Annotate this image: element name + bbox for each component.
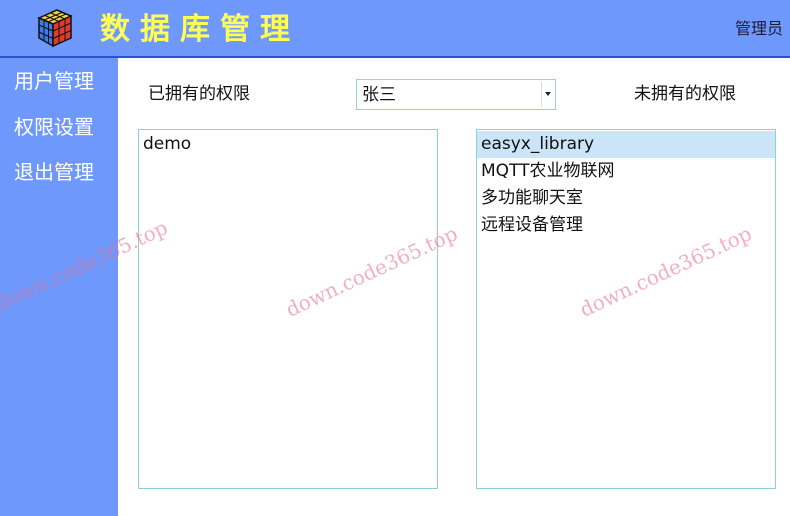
unowned-permissions-label: 未拥有的权限: [634, 84, 736, 104]
list-item-unowned-selected[interactable]: easyx_library: [477, 131, 775, 158]
user-select-value: 张三: [362, 85, 396, 105]
list-item-owned[interactable]: demo: [139, 131, 437, 158]
app-title: 数据库管理: [100, 12, 300, 47]
sidebar-item-user-management[interactable]: 用户管理: [14, 66, 114, 96]
owned-permissions-list[interactable]: demo: [138, 129, 438, 489]
unowned-permissions-list[interactable]: easyx_library MQTT农业物联网 多功能聊天室 远程设备管理: [476, 129, 776, 489]
sidebar-item-exit-management[interactable]: 退出管理: [14, 157, 114, 187]
sidebar: 用户管理 权限设置 退出管理: [0, 58, 118, 516]
rubik-cube-icon: [37, 9, 73, 48]
list-item-unowned[interactable]: MQTT农业物联网: [477, 158, 775, 185]
user-select[interactable]: 张三: [356, 79, 556, 110]
list-item-unowned[interactable]: 多功能聊天室: [477, 185, 775, 212]
list-item-unowned[interactable]: 远程设备管理: [477, 212, 775, 239]
sidebar-item-permission-settings[interactable]: 权限设置: [14, 112, 114, 142]
app-header: 数据库管理 管理员: [0, 0, 790, 58]
main-panel: 已拥有的权限 张三 未拥有的权限 demo easyx_library MQTT…: [118, 58, 790, 516]
owned-permissions-label: 已拥有的权限: [148, 84, 250, 104]
chevron-down-icon[interactable]: [541, 82, 553, 107]
user-role-label: 管理员: [734, 19, 783, 38]
